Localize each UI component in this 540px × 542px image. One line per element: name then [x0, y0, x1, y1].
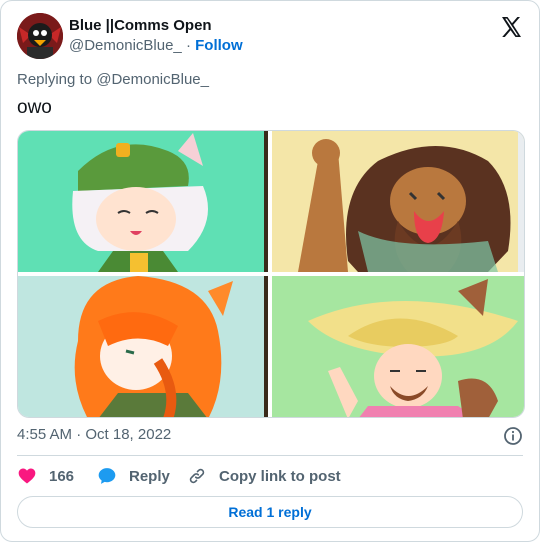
copy-link-label: Copy link to post: [219, 467, 341, 485]
replying-to[interactable]: Replying to @DemonicBlue_: [17, 71, 209, 88]
handle[interactable]: @DemonicBlue_: [69, 37, 182, 54]
tweet-header: Blue ||Comms Open @DemonicBlue_ · Follow: [17, 13, 523, 61]
copy-link-button[interactable]: Copy link to post: [187, 463, 341, 489]
reply-label: Reply: [129, 467, 170, 485]
like-count: 166: [49, 467, 75, 485]
action-bar: 166 Reply Copy link to post: [17, 463, 523, 489]
like-button[interactable]: 166: [17, 463, 74, 489]
reply-button[interactable]: Reply: [97, 463, 170, 489]
link-icon: [189, 468, 205, 484]
display-name[interactable]: Blue ||Comms Open: [69, 16, 243, 36]
bottom-right-artwork[interactable]: [272, 276, 525, 418]
read-reply-button[interactable]: Read 1 reply: [17, 496, 523, 528]
top-left-artwork[interactable]: [18, 131, 268, 272]
reply-bubble-icon: [98, 468, 116, 484]
timestamp-row: 4:55 AM · Oct 18, 2022: [17, 426, 523, 446]
tweet-card: Blue ||Comms Open @DemonicBlue_ · Follow…: [0, 0, 540, 542]
divider: [17, 455, 523, 456]
avatar[interactable]: [17, 13, 63, 59]
bottom-left-artwork[interactable]: [18, 276, 268, 418]
media-grid[interactable]: [17, 130, 525, 418]
top-right-artwork[interactable]: [272, 131, 525, 272]
info-icon[interactable]: [503, 426, 523, 446]
follow-button[interactable]: Follow: [195, 37, 243, 54]
read-reply-label: Read 1 reply: [228, 504, 312, 520]
handle-line: @DemonicBlue_ · Follow: [69, 36, 243, 56]
heart-icon: [18, 468, 36, 484]
author-names: Blue ||Comms Open @DemonicBlue_ · Follow: [69, 16, 243, 56]
x-logo-icon[interactable]: [499, 15, 523, 39]
separator: ·: [185, 37, 191, 54]
timestamp[interactable]: 4:55 AM · Oct 18, 2022: [17, 426, 171, 443]
tweet-text: owo: [17, 97, 52, 118]
